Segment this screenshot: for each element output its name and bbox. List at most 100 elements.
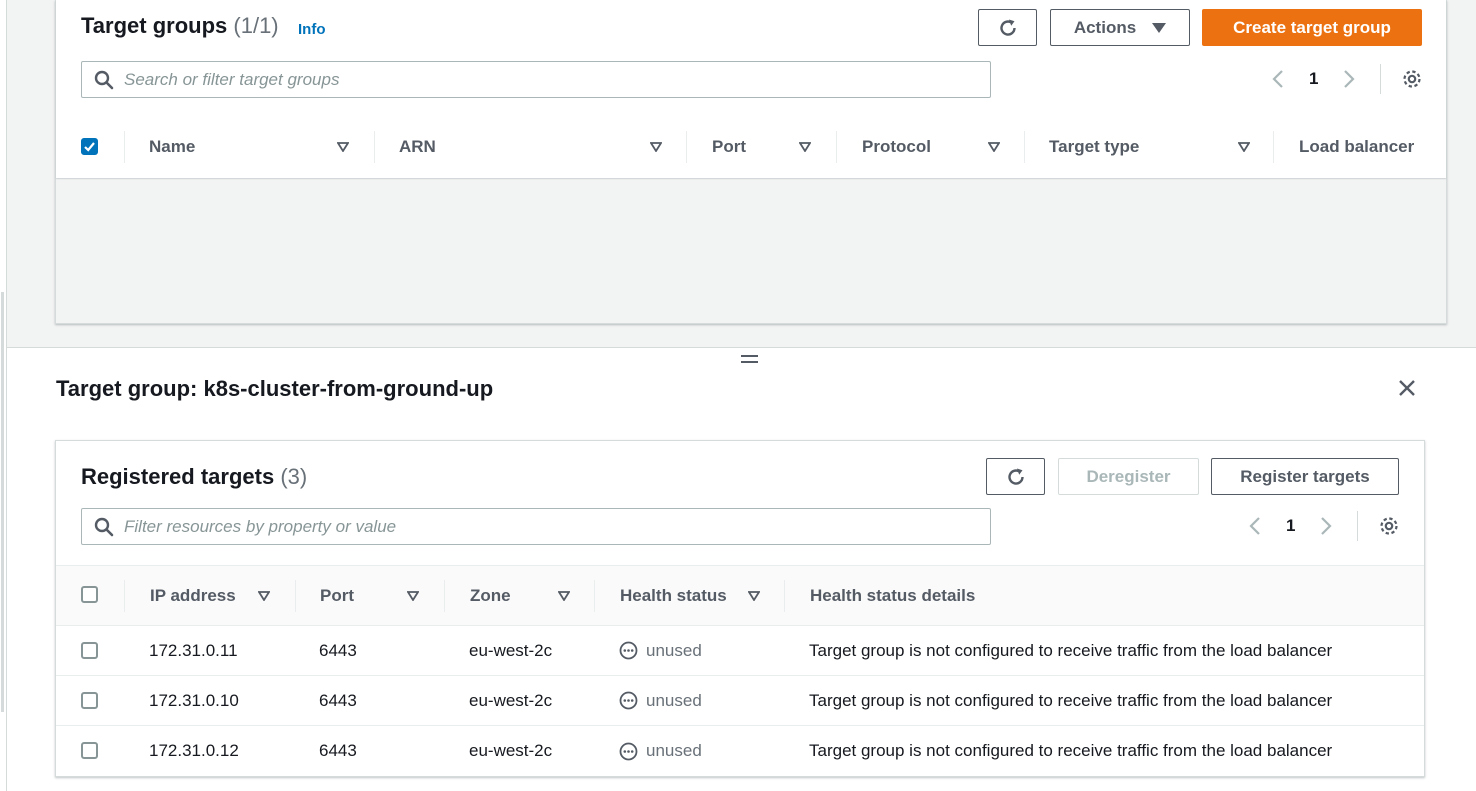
table-row[interactable]: 172.31.0.11 6443 eu-west-2c unused Targe… [56, 626, 1424, 676]
page-number[interactable]: 1 [1286, 516, 1295, 536]
row-checkbox[interactable] [81, 742, 98, 759]
page-number[interactable]: 1 [1309, 69, 1318, 89]
target-groups-header: Target groups (1/1) Info Actions Create … [56, 0, 1446, 178]
row-checkbox[interactable] [81, 692, 98, 709]
ellipsis-circle-icon [619, 641, 638, 660]
target-group-detail-title: Target group: k8s-cluster-from-ground-up [56, 376, 494, 401]
sort-caret-icon[interactable] [650, 142, 662, 152]
cell-ip-address: 172.31.0.10 [149, 690, 239, 710]
refresh-targets-button[interactable] [986, 458, 1045, 495]
target-groups-column-headers: Name ARN Port Protocol Target type Load … [56, 117, 1446, 177]
column-header-arn[interactable]: ARN [399, 117, 436, 177]
column-separator [1273, 131, 1274, 163]
select-all-checkbox[interactable] [81, 138, 98, 155]
cell-zone: eu-west-2c [469, 690, 553, 710]
sort-caret-icon[interactable] [1238, 142, 1250, 152]
column-separator [784, 580, 785, 612]
cell-ip-address: 172.31.0.11 [149, 640, 238, 660]
refresh-button[interactable] [978, 9, 1037, 46]
health-status-text: unused [646, 690, 702, 710]
gear-icon[interactable] [1401, 68, 1423, 90]
create-target-group-button[interactable]: Create target group [1202, 9, 1422, 46]
gear-icon[interactable] [1378, 515, 1400, 537]
refresh-icon [997, 17, 1019, 39]
column-header-health-status-details[interactable]: Health status details [810, 566, 975, 625]
cell-port: 6443 [319, 640, 357, 660]
select-all-targets-checkbox[interactable] [81, 586, 98, 603]
row-checkbox[interactable] [81, 642, 98, 659]
column-header-port[interactable]: Port [320, 566, 354, 625]
chevron-right-icon[interactable] [1338, 68, 1360, 90]
table-row[interactable]: 172.31.0.12 6443 eu-west-2c unused Targe… [56, 726, 1424, 776]
pager-divider [1357, 511, 1359, 541]
target-groups-panel: Target groups (1/1) Info Actions Create … [55, 0, 1447, 324]
health-status-text: unused [646, 640, 702, 660]
table-row[interactable]: 172.31.0.10 6443 eu-west-2c unused Targe… [56, 676, 1424, 726]
deregister-button[interactable]: Deregister [1058, 458, 1199, 495]
register-targets-button[interactable]: Register targets [1211, 458, 1399, 495]
split-panel: Target group: k8s-cluster-from-ground-up… [7, 348, 1476, 791]
target-groups-title-text: Target groups [81, 13, 228, 38]
sort-caret-icon[interactable] [988, 142, 1000, 152]
column-separator [295, 580, 296, 612]
resize-handle-icon[interactable] [741, 355, 758, 367]
sort-caret-icon[interactable] [337, 142, 349, 152]
column-separator [124, 580, 125, 612]
column-header-ip-address[interactable]: IP address [150, 566, 236, 625]
column-header-port[interactable]: Port [712, 117, 746, 177]
registered-targets-filter-input[interactable]: Filter resources by property or value [81, 508, 991, 545]
column-separator [1024, 131, 1025, 163]
column-separator [444, 580, 445, 612]
registered-targets-title: Registered targets (3) [81, 464, 307, 490]
close-icon[interactable] [1398, 379, 1416, 402]
search-placeholder: Search or filter target groups [124, 70, 340, 89]
cell-port: 6443 [319, 741, 357, 760]
chevron-left-icon[interactable] [1244, 515, 1266, 537]
sort-caret-icon[interactable] [748, 591, 760, 601]
ellipsis-circle-icon [619, 691, 638, 710]
ellipsis-circle-icon [619, 742, 638, 761]
scroll-indicator [1, 292, 4, 712]
cell-health-status: unused [619, 676, 702, 725]
chevron-left-icon[interactable] [1267, 68, 1289, 90]
registered-targets-column-headers: IP address Port Zone Health status Healt… [56, 565, 1424, 626]
cell-health-status: unused [619, 726, 702, 776]
filter-placeholder: Filter resources by property or value [124, 517, 397, 536]
column-separator [124, 131, 125, 163]
cell-zone: eu-west-2c [469, 741, 553, 760]
caret-down-icon [1152, 22, 1167, 33]
sort-caret-icon[interactable] [558, 591, 570, 601]
cell-ip-address: 172.31.0.12 [149, 741, 239, 760]
info-link[interactable]: Info [298, 21, 326, 38]
pager-divider [1380, 64, 1382, 94]
left-edge-strip [0, 0, 7, 791]
column-separator [594, 580, 595, 612]
column-header-zone[interactable]: Zone [470, 566, 511, 625]
cell-health-status-details: Target group is not configured to receiv… [809, 741, 1333, 760]
column-header-health-status[interactable]: Health status [620, 566, 727, 625]
column-header-protocol[interactable]: Protocol [862, 117, 931, 177]
target-groups-title: Target groups (1/1) [81, 13, 279, 39]
target-groups-count: (1/1) [233, 13, 279, 38]
sort-caret-icon[interactable] [799, 142, 811, 152]
cell-port: 6443 [319, 690, 357, 710]
health-status-text: unused [646, 741, 702, 760]
actions-button[interactable]: Actions [1050, 9, 1190, 46]
registered-targets-count: (3) [280, 464, 308, 489]
cell-zone: eu-west-2c [469, 640, 553, 660]
column-separator [686, 131, 687, 163]
refresh-icon [1005, 466, 1027, 488]
registered-targets-title-text: Registered targets [81, 464, 275, 489]
chevron-right-icon[interactable] [1315, 515, 1337, 537]
target-groups-search-input[interactable]: Search or filter target groups [81, 61, 991, 98]
registered-targets-panel: Registered targets (3) Deregister Regist… [55, 440, 1425, 777]
column-header-name[interactable]: Name [149, 117, 195, 177]
sort-caret-icon[interactable] [407, 591, 419, 601]
column-header-target-type[interactable]: Target type [1049, 117, 1139, 177]
cell-health-status: unused [619, 626, 702, 675]
pagination: 1 [1267, 64, 1423, 94]
actions-label: Actions [1073, 17, 1137, 37]
targets-pagination: 1 [1244, 511, 1400, 541]
sort-caret-icon[interactable] [258, 591, 270, 601]
column-header-load-balancer[interactable]: Load balancer [1299, 117, 1414, 177]
